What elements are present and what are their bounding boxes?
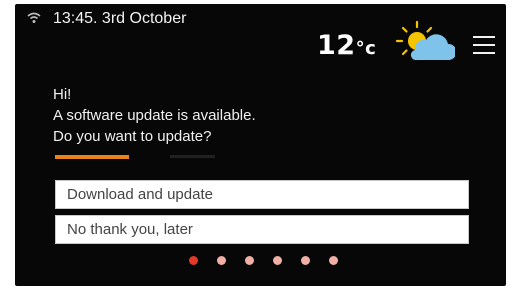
wifi-icon [27, 12, 41, 23]
pager-dot[interactable] [273, 256, 282, 265]
greeting-text: Hi! [53, 86, 72, 103]
progress-inactive-segment [170, 155, 215, 158]
no-thanks-later-button[interactable]: No thank you, later [55, 215, 469, 244]
progress-indicator [55, 155, 215, 159]
message-line-2: Do you want to update? [53, 128, 212, 145]
temperature: 12°c [317, 30, 376, 61]
update-message: Hi! A software update is available. Do y… [53, 84, 256, 147]
hamburger-menu-icon[interactable] [473, 36, 495, 58]
progress-active-segment [55, 155, 129, 159]
temperature-unit: °c [355, 38, 377, 59]
download-and-update-button[interactable]: Download and update [55, 180, 469, 209]
temperature-value: 12 [317, 30, 356, 61]
pager-dot-active[interactable] [189, 256, 198, 265]
pager-dot[interactable] [329, 256, 338, 265]
pager-dot[interactable] [217, 256, 226, 265]
message-line-1: A software update is available. [53, 107, 256, 124]
pager-dot[interactable] [301, 256, 310, 265]
pager-dot[interactable] [245, 256, 254, 265]
datetime: 13:45. 3rd October [53, 10, 187, 27]
pager-dots [189, 256, 349, 266]
partly-cloudy-icon [395, 20, 455, 61]
device-screen: 13:45. 3rd October 12°c Hi! A software u… [15, 4, 506, 286]
